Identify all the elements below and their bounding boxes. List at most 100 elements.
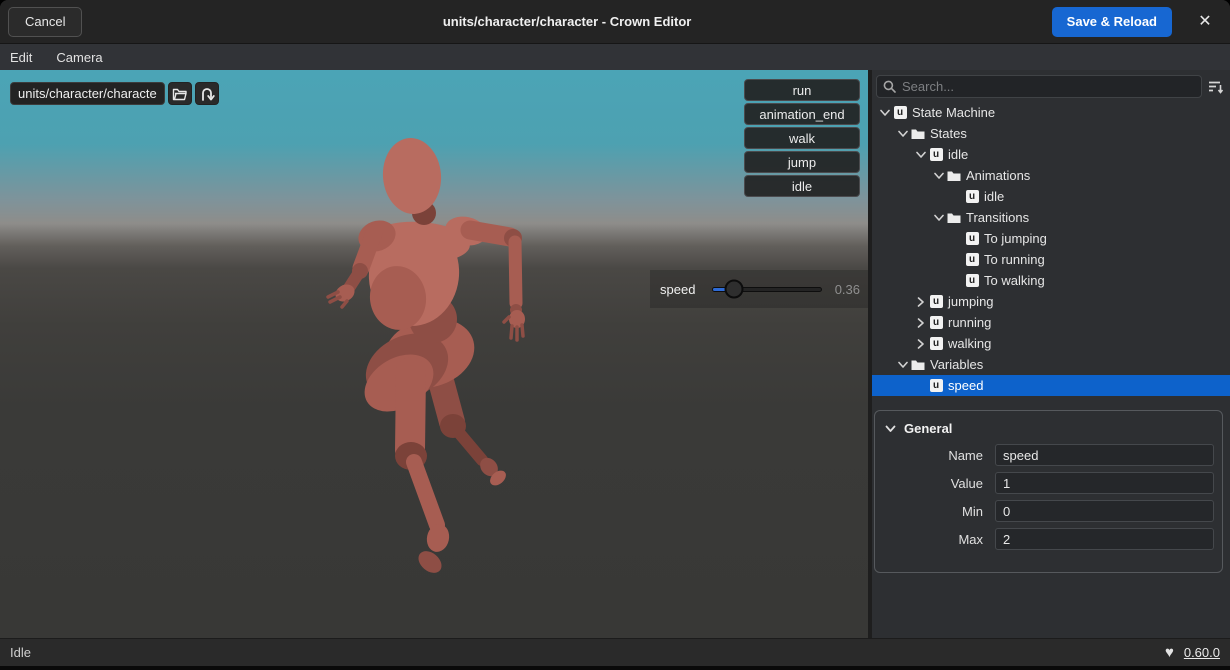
- character-model: [0, 70, 868, 638]
- section-label: General: [904, 421, 952, 436]
- menu-item-edit[interactable]: Edit: [10, 50, 32, 65]
- tree-row-running[interactable]: urunning: [872, 312, 1230, 333]
- cancel-button[interactable]: Cancel: [8, 7, 82, 37]
- property-row-name: Name: [883, 444, 1214, 466]
- tree-label: jumping: [948, 294, 994, 309]
- tree-row-variables[interactable]: Variables: [872, 354, 1230, 375]
- tree-row-states[interactable]: States: [872, 123, 1230, 144]
- unit-icon: u: [893, 106, 907, 120]
- tree-row-state-machine[interactable]: u State Machine: [872, 102, 1230, 123]
- menu-item-camera[interactable]: Camera: [56, 50, 102, 65]
- chevron-down-icon[interactable]: [894, 127, 911, 141]
- tree-label: States: [930, 126, 967, 141]
- menu-bar: Edit Camera: [0, 44, 1230, 70]
- tree-label: To running: [984, 252, 1045, 267]
- property-input-value[interactable]: [995, 472, 1214, 494]
- tree-row-jumping[interactable]: u jumping: [872, 291, 1230, 312]
- chevron-down-icon[interactable]: [930, 169, 947, 183]
- search-row: [872, 70, 1230, 102]
- property-label: Max: [883, 532, 983, 547]
- unit-icon: u: [929, 337, 943, 351]
- folder-open-icon: [172, 87, 188, 101]
- unit-icon: u: [965, 190, 979, 204]
- unit-icon: u: [965, 232, 979, 246]
- properties-panel: General NameValueMinMax: [874, 410, 1223, 573]
- sort-descending-icon: [1208, 80, 1224, 94]
- tree-label: walking: [948, 336, 991, 351]
- sort-filter-button[interactable]: [1206, 77, 1226, 97]
- open-folder-button[interactable]: [168, 82, 192, 105]
- crown-editor-window: Cancel units/character/character - Crown…: [0, 0, 1230, 670]
- chevron-spacer: [948, 274, 965, 288]
- folder-icon: [947, 169, 961, 183]
- unit-icon: u: [929, 295, 943, 309]
- speed-slider[interactable]: [712, 287, 822, 292]
- unit-icon: u: [965, 274, 979, 288]
- slider-knob[interactable]: [724, 280, 743, 299]
- event-button-jump[interactable]: jump: [744, 151, 860, 173]
- search-icon: [883, 80, 896, 93]
- tree-row-to-walking[interactable]: u To walking: [872, 270, 1230, 291]
- tree-row-speed[interactable]: uspeed: [872, 375, 1230, 396]
- chevron-spacer: [948, 253, 965, 267]
- property-label: Min: [883, 504, 983, 519]
- tree-label: State Machine: [912, 105, 995, 120]
- tree-row-idle[interactable]: uidle: [872, 144, 1230, 165]
- unit-icon: u: [929, 148, 943, 162]
- unit-icon: u: [965, 253, 979, 267]
- tree-row-idle[interactable]: uidle: [872, 186, 1230, 207]
- version-link[interactable]: 0.60.0: [1184, 645, 1220, 660]
- tree-row-to-running[interactable]: u To running: [872, 249, 1230, 270]
- chevron-down-icon[interactable]: [930, 211, 947, 225]
- viewport-3d[interactable]: runanimation_endwalkjumpidle speed 0.36: [0, 70, 868, 638]
- window-bottom-edge: [0, 666, 1230, 670]
- window-title: units/character/character - Crown Editor: [82, 14, 1051, 29]
- event-button-idle[interactable]: idle: [744, 175, 860, 197]
- chevron-right-icon[interactable]: [912, 316, 929, 330]
- tree-row-animations[interactable]: Animations: [872, 165, 1230, 186]
- title-bar: Cancel units/character/character - Crown…: [0, 0, 1230, 44]
- close-icon[interactable]: ✕: [1194, 11, 1216, 33]
- heart-icon[interactable]: ♥: [1165, 644, 1174, 661]
- unit-icon: u: [929, 316, 943, 330]
- chevron-right-icon[interactable]: [912, 337, 929, 351]
- slider-label: speed: [660, 282, 704, 297]
- tree-label: Animations: [966, 168, 1030, 183]
- tree-row-transitions[interactable]: Transitions: [872, 207, 1230, 228]
- resource-path-input[interactable]: [10, 82, 165, 105]
- property-label: Name: [883, 448, 983, 463]
- event-button-walk[interactable]: walk: [744, 127, 860, 149]
- tree-row-to-jumping[interactable]: u To jumping: [872, 228, 1230, 249]
- folder-icon: [947, 211, 961, 225]
- property-row-max: Max: [883, 528, 1214, 550]
- property-input-max[interactable]: [995, 528, 1214, 550]
- event-button-run[interactable]: run: [744, 79, 860, 101]
- unit-icon: u: [929, 379, 943, 393]
- section-general[interactable]: General: [883, 417, 1214, 444]
- reload-resource-button[interactable]: [195, 82, 219, 105]
- status-text: Idle: [10, 645, 31, 660]
- chevron-right-icon[interactable]: [912, 295, 929, 309]
- status-bar: Idle ♥ 0.60.0: [0, 638, 1230, 666]
- property-input-min[interactable]: [995, 500, 1214, 522]
- reload-icon: [199, 86, 215, 102]
- tree-row-walking[interactable]: u walking: [872, 333, 1230, 354]
- chevron-down-icon[interactable]: [912, 148, 929, 162]
- chevron-spacer: [912, 379, 929, 393]
- tree-label: Transitions: [966, 210, 1029, 225]
- folder-icon: [911, 127, 925, 141]
- tree-label: To jumping: [984, 231, 1047, 246]
- search-input[interactable]: [902, 79, 1195, 94]
- tree-label: To walking: [984, 273, 1045, 288]
- property-input-name[interactable]: [995, 444, 1214, 466]
- chevron-down-icon[interactable]: [894, 358, 911, 372]
- tree-label: idle: [948, 147, 968, 162]
- chevron-spacer: [948, 232, 965, 246]
- chevron-down-icon: [885, 425, 896, 433]
- tree-label: Variables: [930, 357, 983, 372]
- slider-value: 0.36: [835, 282, 860, 297]
- chevron-down-icon[interactable]: [876, 106, 893, 120]
- save-reload-button[interactable]: Save & Reload: [1052, 7, 1172, 37]
- event-button-animation_end[interactable]: animation_end: [744, 103, 860, 125]
- folder-icon: [911, 358, 925, 372]
